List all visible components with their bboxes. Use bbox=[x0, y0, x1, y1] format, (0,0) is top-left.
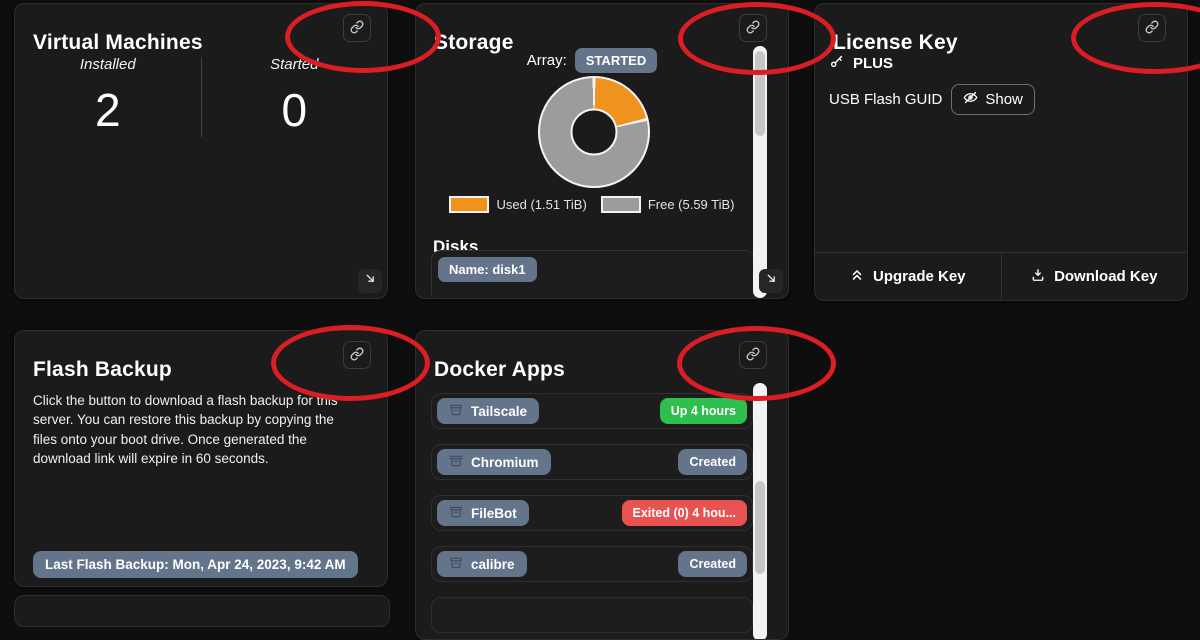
flash-link-button[interactable] bbox=[343, 341, 371, 369]
flash-backup-card: Flash Backup Click the button to downloa… bbox=[14, 330, 388, 587]
array-status-badge: STARTED bbox=[575, 48, 657, 73]
docker-apps-list: Tailscale Up 4 hours Chromium Created Fi… bbox=[431, 393, 753, 640]
vm-resize-handle[interactable] bbox=[358, 269, 382, 293]
docker-app-status-badge: Exited (0) 4 hou... bbox=[622, 500, 748, 526]
docker-app-name-badge[interactable]: FileBot bbox=[437, 500, 529, 526]
storage-link-button[interactable] bbox=[739, 14, 767, 42]
download-icon bbox=[1031, 268, 1045, 286]
docker-card-title: Docker Apps bbox=[434, 358, 565, 382]
docker-app-name-badge[interactable]: calibre bbox=[437, 551, 527, 577]
docker-scrollbar[interactable] bbox=[753, 383, 767, 640]
upgrade-key-button[interactable]: Upgrade Key bbox=[815, 253, 1001, 300]
license-tier-row: PLUS bbox=[829, 54, 893, 73]
guid-label: USB Flash GUID bbox=[829, 91, 942, 108]
donut-hole bbox=[571, 109, 618, 156]
last-flash-backup-badge: Last Flash Backup: Mon, Apr 24, 2023, 9:… bbox=[33, 551, 358, 578]
docker-app-name: Chromium bbox=[471, 455, 539, 470]
show-guid-button[interactable]: Show bbox=[951, 84, 1035, 115]
license-key-card: License Key PLUS USB Flash GUID Show Upg… bbox=[814, 3, 1188, 301]
docker-app-row[interactable]: Chromium Created bbox=[431, 444, 753, 480]
free-swatch bbox=[601, 196, 641, 213]
docker-app-row[interactable]: calibre Created bbox=[431, 546, 753, 582]
array-status-row: Array: STARTED bbox=[416, 48, 768, 73]
docker-app-row-partial[interactable] bbox=[431, 597, 753, 633]
upgrade-key-label: Upgrade Key bbox=[873, 268, 966, 285]
vm-started-value: 0 bbox=[202, 83, 388, 137]
storage-resize-handle[interactable] bbox=[759, 269, 783, 293]
used-swatch bbox=[449, 196, 489, 213]
vm-started-stat: Started 0 bbox=[202, 56, 388, 137]
resize-arrow-icon bbox=[765, 272, 778, 290]
license-tier-label: PLUS bbox=[853, 55, 893, 72]
link-icon bbox=[350, 347, 364, 364]
docker-app-name: FileBot bbox=[471, 506, 517, 521]
legend-item-used: Used (1.51 TiB) bbox=[449, 196, 586, 213]
docker-app-name: calibre bbox=[471, 557, 515, 572]
box-archive-icon bbox=[449, 454, 463, 471]
docker-app-status-badge: Up 4 hours bbox=[660, 398, 747, 424]
box-archive-icon bbox=[449, 505, 463, 522]
angles-up-icon bbox=[850, 268, 864, 286]
box-archive-icon bbox=[449, 556, 463, 573]
docker-apps-card: Docker Apps Tailscale Up 4 hours Chromiu… bbox=[415, 330, 789, 640]
flash-backup-description: Click the button to download a flash bac… bbox=[33, 391, 359, 469]
virtual-machines-card: Virtual Machines Installed 2 Started 0 bbox=[14, 3, 388, 299]
eye-slash-icon bbox=[963, 90, 978, 109]
free-legend-label: Free (5.59 TiB) bbox=[648, 197, 735, 212]
show-button-label: Show bbox=[985, 91, 1023, 108]
disk-name-badge: Name: disk1 bbox=[438, 257, 537, 282]
storage-card: Storage Array: STARTED Used (1.51 TiB) F… bbox=[415, 3, 789, 299]
docker-app-status-badge: Created bbox=[678, 551, 747, 577]
vm-started-label: Started bbox=[202, 56, 388, 73]
storage-usage-donut-chart bbox=[538, 76, 650, 188]
link-icon bbox=[1145, 20, 1159, 37]
storage-scrollbar-thumb[interactable] bbox=[755, 51, 765, 136]
license-guid-row: USB Flash GUID Show bbox=[829, 84, 1035, 115]
license-link-button[interactable] bbox=[1138, 14, 1166, 42]
vm-installed-stat: Installed 2 bbox=[15, 56, 201, 137]
key-icon bbox=[829, 54, 844, 73]
array-label: Array: bbox=[527, 52, 567, 69]
docker-app-status-badge: Created bbox=[678, 449, 747, 475]
storage-chart-legend: Used (1.51 TiB) Free (5.59 TiB) bbox=[416, 196, 768, 213]
docker-link-button[interactable] bbox=[739, 341, 767, 369]
flash-card-title: Flash Backup bbox=[33, 358, 172, 382]
docker-app-row[interactable]: Tailscale Up 4 hours bbox=[431, 393, 753, 429]
link-icon bbox=[746, 347, 760, 364]
link-icon bbox=[746, 20, 760, 37]
docker-scrollbar-thumb[interactable] bbox=[755, 481, 765, 574]
docker-app-name: Tailscale bbox=[471, 404, 527, 419]
disk-row[interactable]: Name: disk1 bbox=[431, 250, 755, 299]
vm-link-button[interactable] bbox=[343, 14, 371, 42]
used-legend-label: Used (1.51 TiB) bbox=[496, 197, 586, 212]
legend-item-free: Free (5.59 TiB) bbox=[601, 196, 735, 213]
docker-app-name-badge[interactable]: Chromium bbox=[437, 449, 551, 475]
resize-arrow-icon bbox=[364, 272, 377, 290]
box-archive-icon bbox=[449, 403, 463, 420]
license-footer: Upgrade Key Download Key bbox=[815, 252, 1187, 300]
vm-stats: Installed 2 Started 0 bbox=[15, 56, 387, 137]
storage-scrollbar[interactable] bbox=[753, 46, 767, 298]
license-card-title: License Key bbox=[833, 31, 958, 55]
download-key-label: Download Key bbox=[1054, 268, 1157, 285]
vm-installed-value: 2 bbox=[15, 83, 201, 137]
docker-app-row[interactable]: FileBot Exited (0) 4 hou... bbox=[431, 495, 753, 531]
vm-card-title: Virtual Machines bbox=[33, 31, 203, 55]
docker-app-name-badge[interactable]: Tailscale bbox=[437, 398, 539, 424]
vm-installed-label: Installed bbox=[15, 56, 201, 73]
link-icon bbox=[350, 20, 364, 37]
download-key-button[interactable]: Download Key bbox=[1001, 253, 1188, 300]
